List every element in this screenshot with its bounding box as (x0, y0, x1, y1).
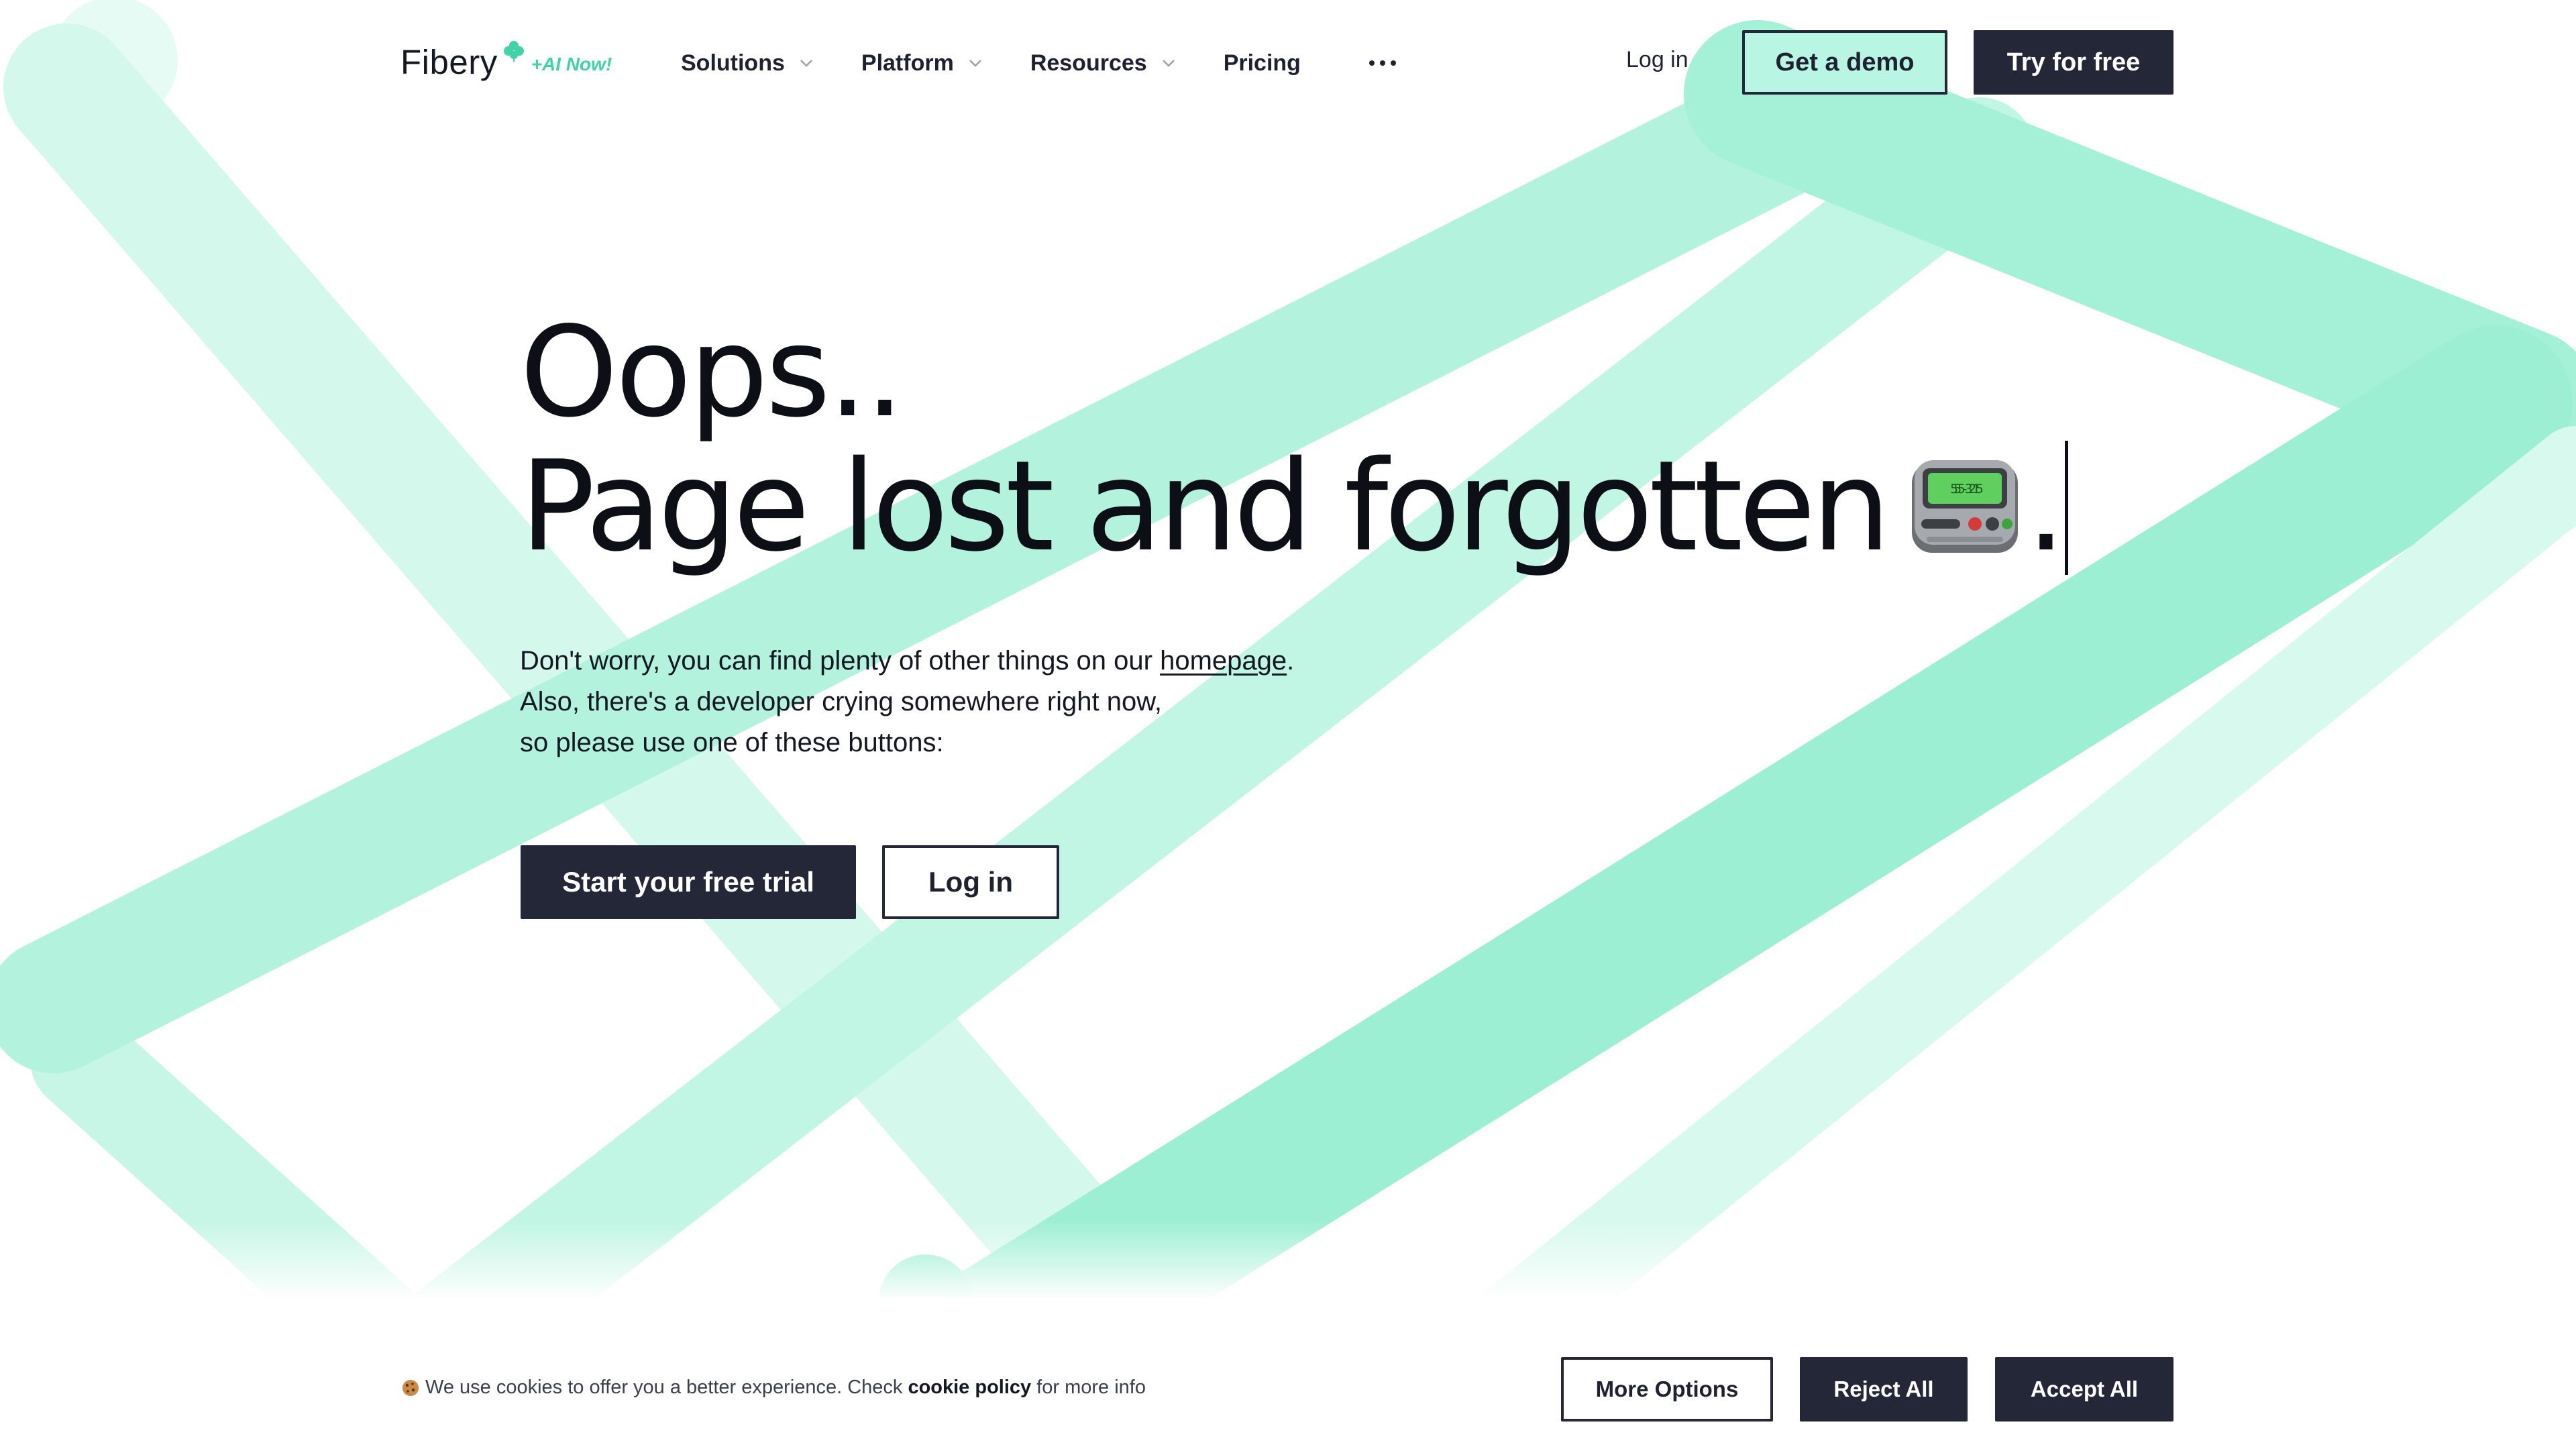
clover-icon (503, 41, 524, 62)
hero-title-text: Page lost and forgotten (520, 433, 1890, 579)
try-for-free-button[interactable]: Try for free (1974, 30, 2174, 95)
menu-item-solutions[interactable]: Solutions (681, 50, 813, 76)
hero-heading: Oops.. Page lost and forgotten 555-3215 … (520, 299, 2068, 579)
fibery-logo[interactable]: Fibery +AI Now! (400, 35, 612, 89)
hero-description: Don't worry, you can find plenty of othe… (520, 641, 1294, 763)
hero-text-line1: Don't worry, you can find plenty of othe… (520, 646, 1295, 676)
menu-item-label: Platform (861, 50, 954, 76)
hero-title-period: . (2026, 433, 2065, 579)
top-navbar: Fibery +AI Now! Solutions Platform Resou… (0, 0, 2576, 127)
cookie-banner: We use cookies to offer you a better exp… (0, 1298, 2576, 1449)
chevron-down-icon (1162, 60, 1175, 67)
menu-item-pricing[interactable]: Pricing (1224, 50, 1301, 76)
menu-item-label: Resources (1030, 50, 1147, 76)
accept-all-button[interactable]: Accept All (1995, 1357, 2174, 1421)
cookie-message: We use cookies to offer you a better exp… (401, 1377, 1146, 1399)
chevron-down-icon (969, 60, 981, 67)
hero-text-line2: Also, there's a developer crying somewhe… (520, 687, 1163, 716)
cookie-text-prefix: We use cookies to offer you a better exp… (425, 1377, 903, 1398)
nav-login-link[interactable]: Log in (1626, 47, 1688, 73)
hero-title-line2: Page lost and forgotten 555-3215 . (520, 433, 2068, 579)
pager-icon: 555-3215 (1912, 460, 2019, 553)
more-dots-icon[interactable] (1365, 56, 1400, 70)
chevron-down-icon (800, 60, 812, 67)
hero-text-line3: so please use one of these buttons: (520, 728, 944, 757)
get-demo-button[interactable]: Get a demo (1742, 30, 1947, 95)
menu-item-platform[interactable]: Platform (861, 50, 982, 76)
menu-item-label: Solutions (681, 50, 785, 76)
start-free-trial-button[interactable]: Start your free trial (521, 845, 856, 919)
cookie-icon (402, 1379, 419, 1396)
homepage-link[interactable]: homepage (1160, 646, 1287, 676)
menu-item-label: Pricing (1223, 50, 1301, 76)
reject-all-button[interactable]: Reject All (1800, 1357, 1968, 1421)
cookie-policy-link[interactable]: cookie policy (908, 1377, 1031, 1399)
menu-item-resources[interactable]: Resources (1030, 50, 1175, 76)
cookie-text-suffix: for more info (1036, 1377, 1146, 1398)
logo-wordmark: Fibery (400, 42, 498, 81)
hero-title-line1: Oops.. (520, 299, 904, 445)
hero-login-button[interactable]: Log in (882, 845, 1059, 919)
ai-now-badge: +AI Now! (531, 54, 612, 74)
more-options-button[interactable]: More Options (1561, 1357, 1773, 1421)
text-caret (2064, 441, 2068, 575)
pager-display: 555-3215 (1951, 482, 1983, 496)
main-menu: Solutions Platform Resources Pricing (681, 42, 1400, 85)
